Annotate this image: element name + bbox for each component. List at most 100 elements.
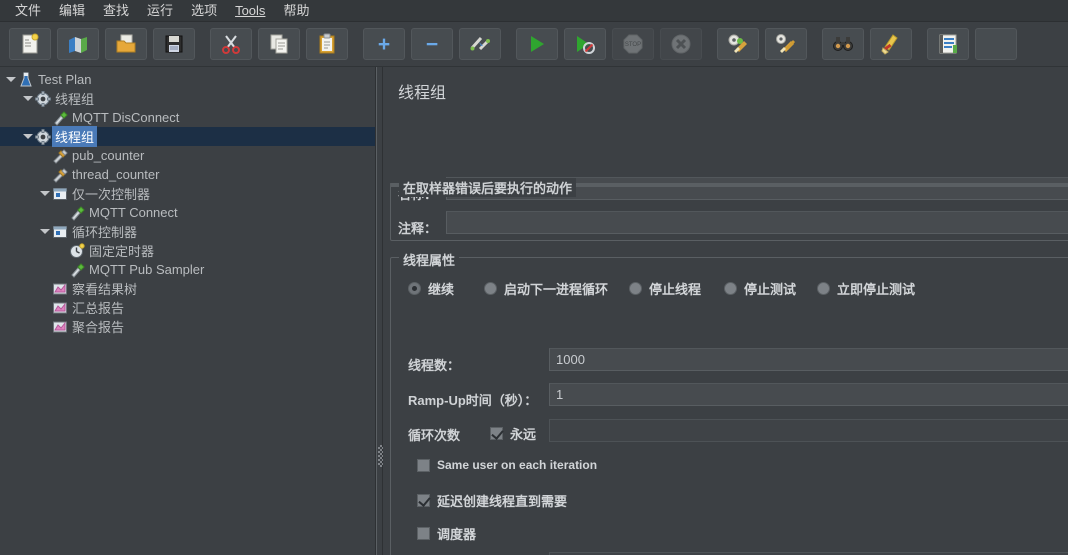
tree-node-label: 线程组 [52,126,98,147]
menu-item-file-label: 文件 [15,2,42,18]
delayed-start-label: 延迟创建线程直到需要 [437,494,568,509]
controller-icon [53,187,67,200]
tree-node-icon-wrap [68,262,86,278]
cut-button[interactable] [210,28,252,60]
test-plan-tree[interactable]: Test Plan 线程组 MQTT DisConnect 线程组 pub_counte… [0,67,375,336]
timer-icon [70,242,85,258]
menu-item-search-label: 查找 [103,2,130,18]
same-user-box [417,458,430,472]
thread-properties-title: 线程属性 [399,250,460,269]
tree-node-icon-wrap [68,205,86,221]
copy-button[interactable] [258,28,300,60]
save-button[interactable] [153,28,195,60]
search-button[interactable] [822,28,864,60]
scheduler-box [417,527,430,540]
chevron-down-icon[interactable] [4,77,17,82]
tree-node-icon-wrap [51,300,69,316]
expand-all-button[interactable]: + [363,28,405,60]
tree-node-label: 聚合报告 [72,320,125,335]
tree-node-icon-wrap [51,224,69,240]
delayed-start-checkbox[interactable]: 延迟创建线程直到需要 [417,491,567,510]
reset-search-button[interactable] [870,28,912,60]
tree-node[interactable]: 仅一次控制器 [0,184,375,203]
log-viewer-button[interactable] [927,28,969,60]
thread-count-input[interactable]: 1000 [549,348,1068,371]
tree-node[interactable]: 循环控制器 [0,222,375,241]
paste-button[interactable] [306,28,348,60]
loop-forever-box [490,427,503,440]
play-icon [531,36,544,52]
on-sampler-error-title: 在取样器错误后要执行的动作 [399,178,577,197]
ramp-up-value: 1 [556,387,564,402]
collapse-all-button[interactable]: − [411,28,453,60]
menu-item-edit[interactable]: 编辑 [50,1,94,21]
tree-node[interactable]: Test Plan [0,70,375,89]
menu-item-search[interactable]: 查找 [94,1,138,21]
sampler-icon [54,110,68,126]
thread-count-label: 线程数： [408,358,461,373]
tree-node-label: 循环控制器 [72,225,138,240]
chevron-down-icon[interactable] [21,134,34,139]
toggle-icon [470,36,490,51]
tree-node[interactable]: MQTT Pub Sampler [0,260,375,279]
chevron-down-icon[interactable] [38,229,51,234]
split-divider[interactable] [376,67,383,555]
menu-item-tools-label: Tools [235,2,266,18]
tree-node-label: 汇总报告 [72,301,125,316]
menu-item-help[interactable]: 帮助 [274,1,318,21]
menu-item-tools[interactable]: Tools [226,1,274,21]
menu-item-options[interactable]: 选项 [182,1,226,21]
split-divider-grip[interactable] [378,445,383,467]
scheduler-checkbox[interactable]: 调度器 [417,524,476,543]
tree-node[interactable]: 汇总报告 [0,298,375,317]
toolbar: + − STOP [0,22,1068,67]
clear-all-button[interactable] [765,28,807,60]
chevron-down-icon[interactable] [38,191,51,196]
tree-node-icon-wrap [51,110,69,126]
chevron-down-icon[interactable] [21,96,34,101]
open-button[interactable] [105,28,147,60]
sampler-icon [71,262,85,278]
delayed-start-box [417,494,430,507]
toggle-button[interactable] [459,28,501,60]
tree-node-icon-wrap [17,72,35,88]
tree-node[interactable]: MQTT DisConnect [0,108,375,127]
save-icon [165,35,183,53]
ramp-up-input[interactable]: 1 [549,383,1068,406]
loop-count-input[interactable] [549,419,1068,442]
same-user-checkbox[interactable]: Same user on each iteration [417,458,597,472]
menu-item-options-label: 选项 [191,2,218,18]
stop-button[interactable]: STOP [612,28,654,60]
binoculars-icon [833,37,853,51]
tree-node[interactable]: MQTT Connect [0,203,375,222]
test-plan-tree-pane[interactable]: Test Plan 线程组 MQTT DisConnect 线程组 pub_counte… [0,67,376,555]
tree-node[interactable]: thread_counter [0,165,375,184]
listener-icon [53,283,67,294]
tree-node-label: Test Plan [38,72,92,87]
new-test-plan-button[interactable] [9,28,51,60]
menu-item-file[interactable]: 文件 [6,1,50,21]
tree-node[interactable]: 聚合报告 [0,317,375,336]
tree-node[interactable]: 固定定时器 [0,241,375,260]
stop-icon: STOP [623,34,643,54]
start-no-timers-button[interactable] [564,28,606,60]
loop-forever-label: 永远 [510,427,537,442]
tree-node[interactable]: pub_counter [0,146,375,165]
loop-forever-checkbox[interactable]: 永远 [490,424,536,443]
tree-node[interactable]: 察看结果树 [0,279,375,298]
on-sampler-error-group: 在取样器错误后要执行的动作 [390,178,1068,241]
new-test-plan-icon [22,33,39,54]
tree-node[interactable]: 线程组 [0,126,375,147]
start-button[interactable] [516,28,558,60]
svg-text:STOP: STOP [625,42,641,48]
templates-button[interactable] [57,28,99,60]
clear-button[interactable] [717,28,759,60]
ramp-up-label: Ramp-Up时间（秒）： [408,393,538,408]
tree-node-label: pub_counter [72,148,145,163]
tree-node-label: 线程组 [55,92,95,107]
menu-item-run[interactable]: 运行 [138,1,182,21]
tree-node[interactable]: 线程组 [0,89,375,108]
shutdown-button[interactable] [660,28,702,60]
toolbar-extra-button[interactable] [975,28,1017,60]
tree-node-label: 固定定时器 [89,244,155,259]
